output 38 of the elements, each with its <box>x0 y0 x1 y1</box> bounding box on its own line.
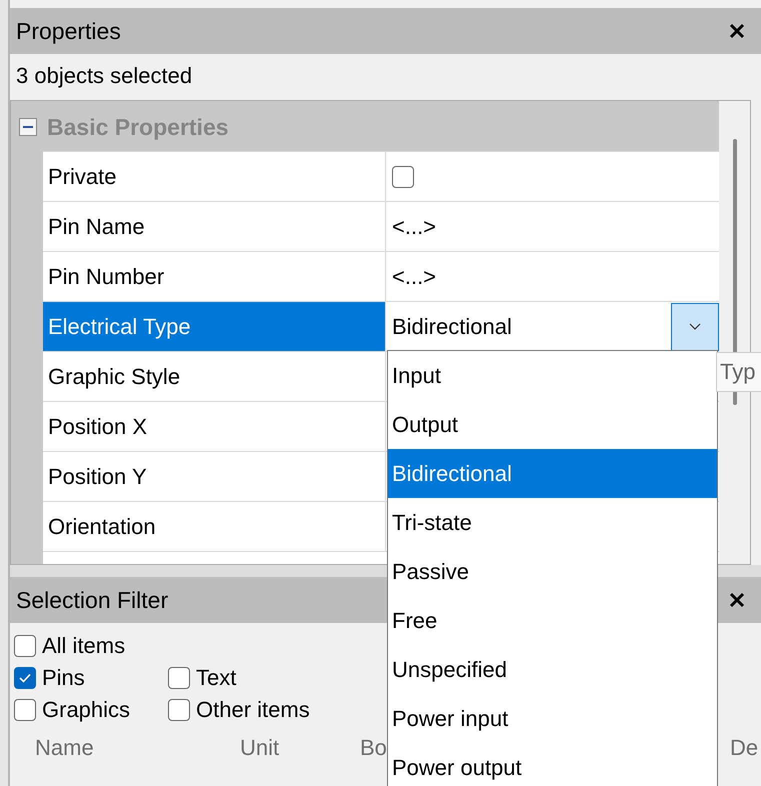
close-icon[interactable] <box>729 592 745 608</box>
panel-title: Selection Filter <box>16 586 168 614</box>
dropdown-option[interactable]: Bidirectional <box>388 449 717 498</box>
dropdown-option[interactable]: Input <box>388 351 717 400</box>
dropdown-option[interactable]: Passive <box>388 547 717 596</box>
property-value: Bidirectional <box>392 314 512 340</box>
tooltip: Typ <box>716 352 761 392</box>
close-icon[interactable] <box>729 23 745 39</box>
checkbox[interactable] <box>14 635 36 657</box>
checkbox-label[interactable]: Graphics <box>42 697 130 723</box>
group-header: Basic Properties <box>47 114 229 140</box>
checkmark-icon <box>18 671 32 685</box>
dropdown-option[interactable]: Power input <box>388 694 717 743</box>
panel-title: Properties <box>16 18 121 44</box>
checkbox[interactable] <box>14 699 36 721</box>
property-name[interactable]: Electrical Type <box>43 302 386 351</box>
collapse-icon[interactable] <box>19 118 37 136</box>
dropdown-option[interactable]: Output <box>388 400 717 449</box>
chevron-down-icon <box>689 322 701 330</box>
checkbox[interactable] <box>168 699 190 721</box>
dropdown-option[interactable]: Unspecified <box>388 645 717 694</box>
checkbox-label[interactable]: Text <box>196 665 236 691</box>
checkbox[interactable] <box>392 166 414 188</box>
column-header[interactable]: Name <box>35 735 240 761</box>
checkbox-label[interactable]: All items <box>42 633 126 659</box>
dropdown-option[interactable]: Free <box>388 596 717 645</box>
selection-summary: 3 objects selected <box>16 63 192 89</box>
checkbox[interactable] <box>14 667 36 689</box>
property-value: <...> <box>392 264 436 290</box>
dropdown-option[interactable]: Tri-state <box>388 498 717 547</box>
column-header[interactable]: De <box>730 735 761 761</box>
column-header[interactable]: Unit <box>240 735 360 761</box>
dropdown-button[interactable] <box>671 302 719 350</box>
checkbox-label[interactable]: Other items <box>196 697 310 723</box>
dropdown-option[interactable]: Power output <box>388 743 717 786</box>
checkbox[interactable] <box>168 667 190 689</box>
checkbox-label[interactable]: Pins <box>42 665 85 691</box>
property-value: <...> <box>392 214 436 240</box>
